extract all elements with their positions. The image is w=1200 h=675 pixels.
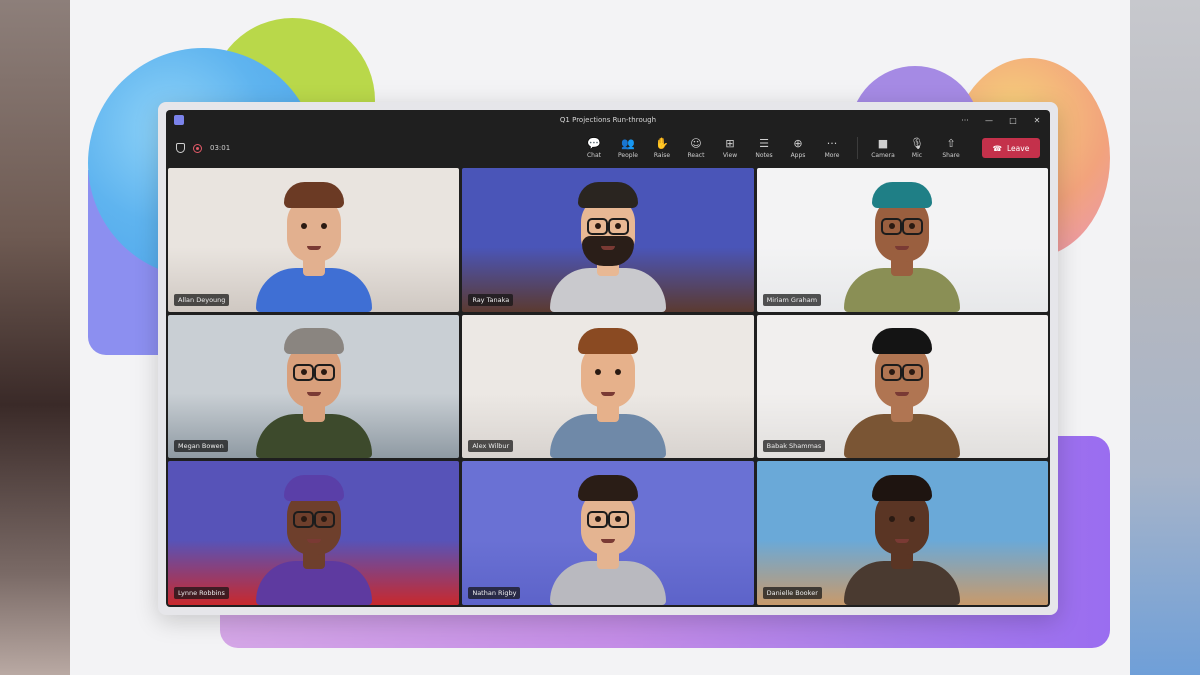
phone-hangup-icon: ☎ xyxy=(992,143,1003,153)
more-icon: ··· xyxy=(826,136,838,150)
shield-icon xyxy=(176,143,185,153)
participant-tile[interactable]: Megan Bowen xyxy=(168,314,460,459)
participant-tile[interactable]: Danielle Booker xyxy=(756,461,1048,605)
participant-avatar xyxy=(254,174,374,312)
leave-label: Leave xyxy=(1007,143,1030,153)
apps-label: Apps xyxy=(790,151,806,159)
participant-tile[interactable]: Lynne Robbins xyxy=(168,461,460,605)
participant-tile[interactable]: Babak Shammas xyxy=(756,314,1048,459)
people-icon: 👥 xyxy=(621,136,635,150)
notes-button[interactable]: ☰ Notes xyxy=(747,138,781,159)
share-button[interactable]: ⇧ Share xyxy=(934,138,968,159)
avatar-hair xyxy=(577,328,638,355)
meeting-toolbar: 03:01 💬 Chat 👥 People ✋ Raise ☺ React ⊞ View ☰ Note… xyxy=(166,130,1050,166)
participant-avatar xyxy=(254,467,374,605)
camera-label: Camera xyxy=(871,151,895,159)
chat-label: Chat xyxy=(586,151,602,159)
participant-name-tag: Ray Tanaka xyxy=(468,293,514,306)
chat-button[interactable]: 💬 Chat xyxy=(577,138,611,159)
react-label: React xyxy=(687,151,705,159)
teams-window: Q1 Projections Run-through ··· — □ ✕ 03:01 … xyxy=(158,102,1058,615)
participant-avatar xyxy=(842,467,962,605)
participant-name-tag: Babak Shammas xyxy=(762,440,826,453)
avatar-hair xyxy=(872,328,933,355)
participant-avatar xyxy=(254,320,374,459)
participant-tile[interactable]: Alex Wilbur xyxy=(462,314,754,459)
raise-hand-icon: ✋ xyxy=(655,136,669,150)
raise-button[interactable]: ✋ Raise xyxy=(645,138,679,159)
toolbar-actions: 💬 Chat 👥 People ✋ Raise ☺ React ⊞ View ☰ Notes ⊕ Apps… xyxy=(577,137,1040,159)
avatar-hair xyxy=(577,475,638,501)
participant-avatar xyxy=(842,320,962,459)
meeting-window: Q1 Projections Run-through ··· — □ ✕ 03:01 … xyxy=(166,110,1050,607)
participant-name-tag: Miriam Graham xyxy=(762,293,822,306)
view-label: View xyxy=(722,151,738,159)
view-icon: ⊞ xyxy=(725,136,735,150)
participant-name-tag: Danielle Booker xyxy=(762,587,822,599)
participant-grid: Allan Deyoung Ray Tanaka Miriam Graham Mega… xyxy=(168,168,1048,605)
mic-label: Mic xyxy=(911,151,923,159)
notes-icon: ☰ xyxy=(759,136,769,150)
left-blurred-panel xyxy=(0,0,70,675)
participant-name-tag: Lynne Robbins xyxy=(174,587,229,599)
people-button[interactable]: 👥 People xyxy=(611,138,645,159)
people-label: People xyxy=(618,151,638,159)
participant-name-tag: Megan Bowen xyxy=(174,440,228,453)
apps-button[interactable]: ⊕ Apps xyxy=(781,138,815,159)
share-label: Share xyxy=(942,151,960,159)
meeting-status: 03:01 xyxy=(176,143,230,153)
participant-tile[interactable]: Nathan Rigby xyxy=(462,461,754,605)
avatar-hair xyxy=(283,181,344,208)
notes-label: Notes xyxy=(755,151,773,159)
apps-icon: ⊕ xyxy=(793,136,803,150)
mic-button[interactable]: 🎙 Mic xyxy=(900,138,934,159)
chat-icon: 💬 xyxy=(587,136,601,150)
more-button[interactable]: ··· More xyxy=(815,138,849,159)
avatar-hair xyxy=(577,181,638,208)
toolbar-divider xyxy=(857,137,858,159)
participant-avatar xyxy=(548,320,668,459)
avatar-hair xyxy=(872,475,933,501)
camera-icon: ■ xyxy=(877,136,889,150)
participant-tile[interactable]: Ray Tanaka xyxy=(462,168,754,312)
participant-avatar xyxy=(548,174,668,312)
window-title: Q1 Projections Run-through xyxy=(559,116,657,124)
avatar-hair xyxy=(872,181,933,208)
avatar-hair xyxy=(283,328,344,355)
participant-name-tag: Alex Wilbur xyxy=(468,440,514,453)
more-label: More xyxy=(824,151,840,159)
participant-tile[interactable]: Allan Deyoung xyxy=(168,168,460,312)
recording-icon xyxy=(193,143,202,153)
participant-tile[interactable]: Miriam Graham xyxy=(756,168,1048,312)
meeting-timer: 03:01 xyxy=(210,144,231,152)
title-bar: Q1 Projections Run-through ··· — □ ✕ xyxy=(166,110,1050,130)
participant-avatar xyxy=(548,467,668,605)
react-button[interactable]: ☺ React xyxy=(679,138,713,159)
raise-label: Raise xyxy=(653,151,671,159)
view-button[interactable]: ⊞ View xyxy=(713,138,747,159)
camera-button[interactable]: ■ Camera xyxy=(866,138,900,159)
avatar-hair xyxy=(283,475,344,501)
participant-name-tag: Allan Deyoung xyxy=(174,293,230,306)
leave-button[interactable]: ☎ Leave xyxy=(982,138,1040,158)
share-icon: ⇧ xyxy=(946,136,956,150)
react-icon: ☺ xyxy=(690,136,702,150)
participant-avatar xyxy=(842,174,962,312)
mic-icon: 🎙 xyxy=(910,136,924,150)
right-blurred-panel xyxy=(1130,0,1200,675)
participant-name-tag: Nathan Rigby xyxy=(468,587,521,599)
backdrop: Q1 Projections Run-through ··· — □ ✕ 03:01 … xyxy=(70,0,1130,675)
